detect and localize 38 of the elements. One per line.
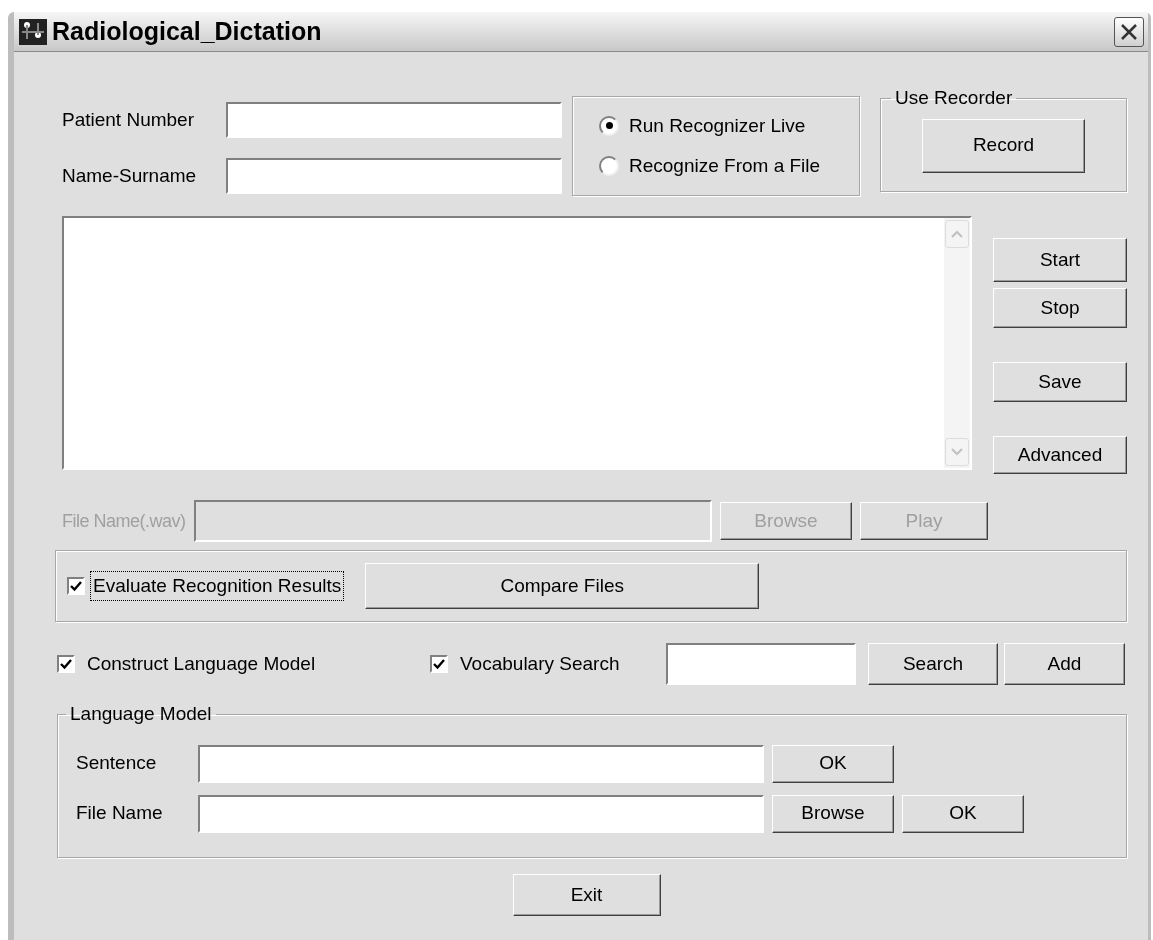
app-icon [18,16,48,47]
checkbox[interactable] [430,655,448,673]
radio-option[interactable]: Run Recognizer Live [599,111,859,140]
field-label: Patient Number [62,107,195,132]
radio-option[interactable]: Recognize From a File [599,152,859,181]
search-field[interactable] [666,643,856,685]
push-button[interactable]: Start [993,238,1127,282]
push-button[interactable]: Browse [772,794,894,833]
push-button[interactable]: Stop [993,288,1127,328]
radio-button[interactable] [599,156,619,177]
group-title: Language Model [69,702,213,726]
checkbox[interactable] [67,577,85,595]
text-field[interactable] [226,158,562,194]
field-label: Name-Surname [62,163,198,188]
field-label: Sentence [76,751,158,776]
push-button[interactable]: Add [1004,643,1125,685]
radio-button[interactable] [599,115,619,136]
push-button[interactable]: Save [993,362,1127,402]
text-field[interactable] [198,794,764,833]
record-button[interactable]: Record [922,118,1085,173]
push-button[interactable]: Search [868,643,998,685]
push-button[interactable]: Advanced [993,436,1127,474]
checkbox[interactable] [57,655,75,673]
window-title: Radiological_Dictation [52,15,322,47]
text-field[interactable] [226,102,562,138]
checkbox-option[interactable]: Construct Language Model [57,649,430,679]
exit-button[interactable]: Exit [512,874,661,916]
field-label: File Name [76,801,164,826]
push-button[interactable]: OK [772,744,894,783]
push-button[interactable]: OK [902,794,1024,833]
text-field[interactable] [198,744,764,783]
close-button[interactable] [1114,16,1144,47]
group-title: Use Recorder [894,86,1014,110]
checkbox-option[interactable]: Evaluate Recognition Results [67,571,344,601]
field-label: File Name(.wav) [62,509,187,533]
checkbox-option[interactable]: Vocabulary Search [430,649,666,679]
push-button[interactable]: Compare Files [365,563,760,609]
close-icon [1120,22,1138,41]
